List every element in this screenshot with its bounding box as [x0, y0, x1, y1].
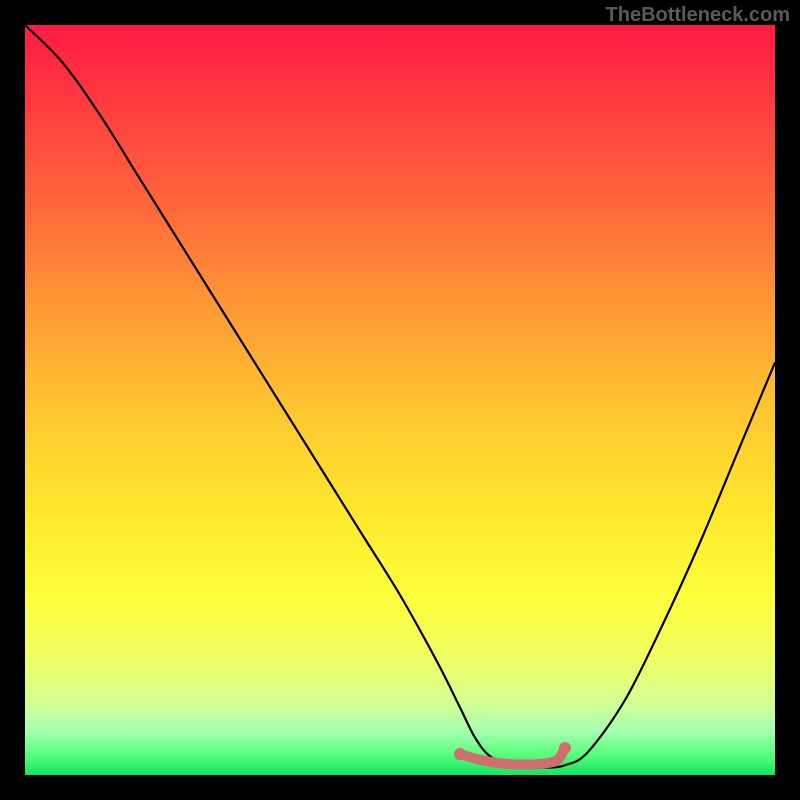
optimal-start-dot — [454, 748, 466, 760]
plot-area — [25, 25, 775, 775]
optimal-range-path — [460, 748, 565, 765]
optimal-end-dot — [559, 742, 571, 754]
highlight-svg — [25, 25, 775, 775]
watermark-text: TheBottleneck.com — [606, 4, 790, 27]
